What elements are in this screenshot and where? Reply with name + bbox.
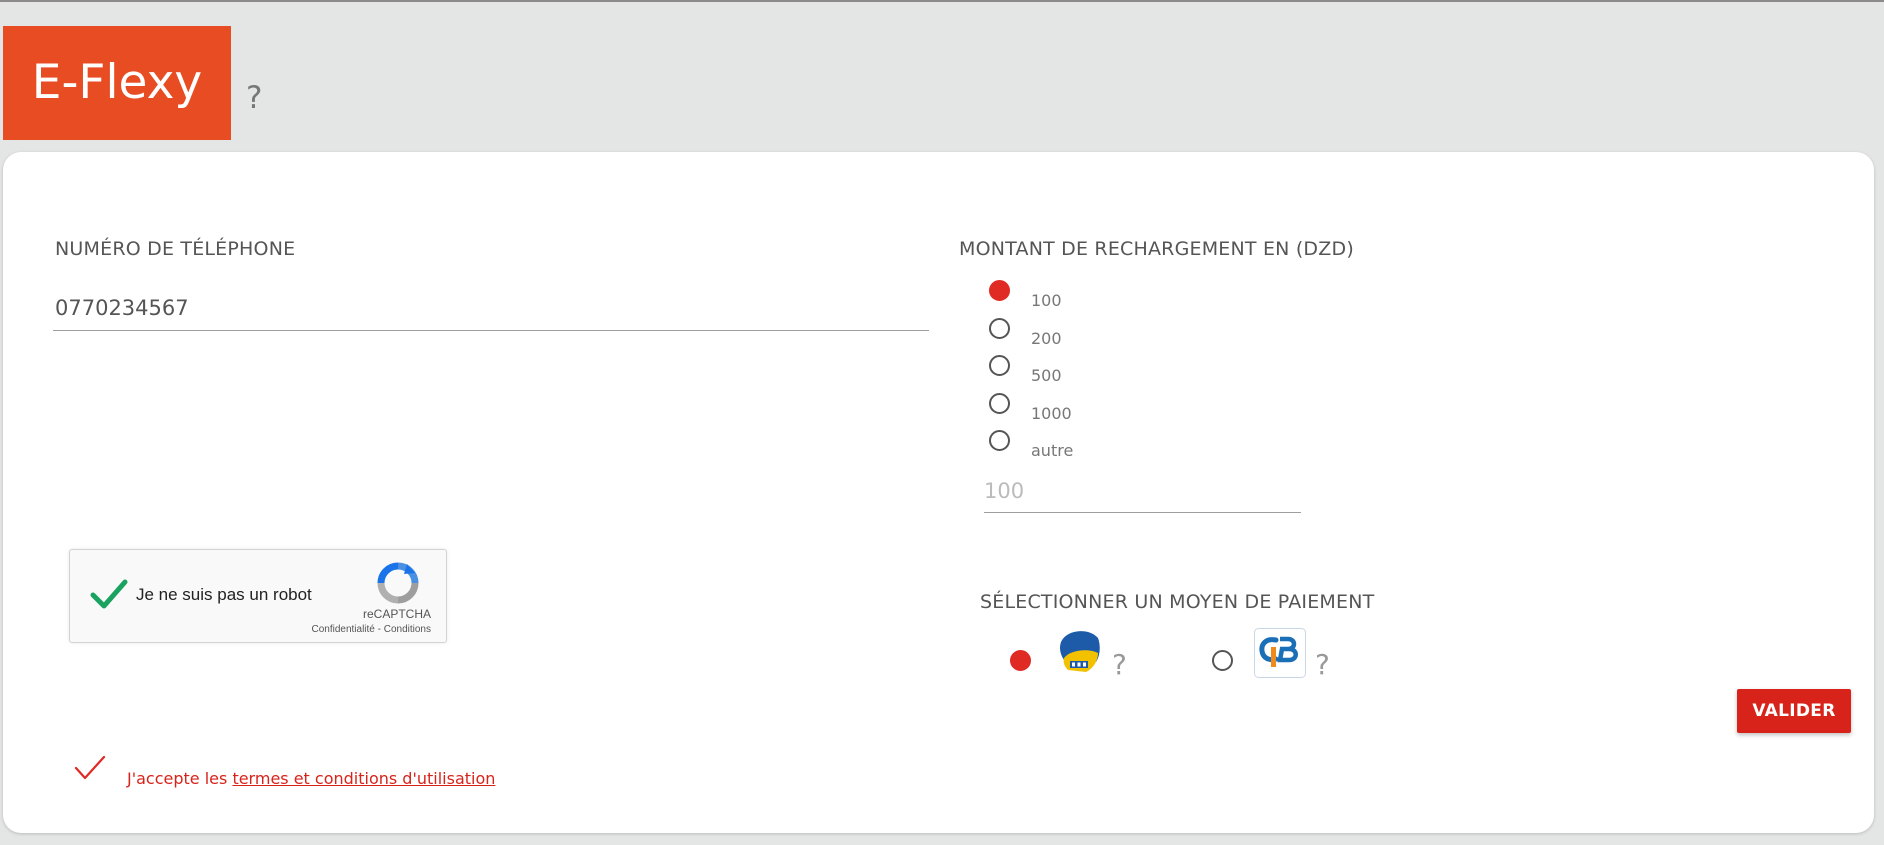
phone-label: NUMÉRO DE TÉLÉPHONE <box>55 238 296 260</box>
terms-prefix: J'accepte les <box>127 769 233 788</box>
amount-option-label: 500 <box>1031 366 1062 385</box>
edahabia-card-icon <box>1060 631 1100 672</box>
phone-input[interactable] <box>53 286 929 331</box>
amount-option-label: 1000 <box>1031 404 1072 423</box>
recaptcha-label: Je ne suis pas un robot <box>136 585 312 604</box>
help-icon[interactable]: ? <box>246 80 262 116</box>
payment-label: SÉLECTIONNER UN MOYEN DE PAIEMENT <box>980 591 1375 613</box>
recaptcha-logo-icon <box>377 562 419 604</box>
valider-button[interactable]: VALIDER <box>1737 689 1851 733</box>
terms-checkbox-icon[interactable] <box>73 754 107 782</box>
checkmark-icon[interactable] <box>89 574 129 614</box>
payment-radio-cib[interactable] <box>1212 650 1233 671</box>
other-amount-input[interactable] <box>984 470 1301 513</box>
brand-logo: E-Flexy <box>3 26 231 140</box>
terms-link[interactable]: termes et conditions d'utilisation <box>232 769 495 788</box>
amount-option-label: 100 <box>1031 291 1062 310</box>
recaptcha-links[interactable]: Confidentialité - Conditions <box>311 624 431 635</box>
recaptcha-brand: reCAPTCHA <box>363 607 432 621</box>
terms-text: J'accepte les termes et conditions d'uti… <box>127 769 495 788</box>
cib-card-icon <box>1254 628 1306 678</box>
amount-radio-other[interactable] <box>989 430 1010 451</box>
amount-label: MONTANT DE RECHARGEMENT EN (DZD) <box>959 238 1354 260</box>
cib-help-icon[interactable]: ? <box>1315 648 1330 681</box>
amount-option-label: 200 <box>1031 329 1062 348</box>
amount-radio-200[interactable] <box>989 318 1010 339</box>
top-divider <box>0 0 1884 2</box>
amount-option-label: autre <box>1031 441 1074 460</box>
edahabia-help-icon[interactable]: ? <box>1112 648 1127 681</box>
recaptcha-widget[interactable]: Je ne suis pas un robot reCAPTCHA Confid… <box>69 549 447 643</box>
amount-radio-1000[interactable] <box>989 393 1010 414</box>
payment-radio-edahabia[interactable] <box>1010 650 1031 671</box>
amount-radio-100[interactable] <box>989 280 1010 301</box>
amount-radio-500[interactable] <box>989 355 1010 376</box>
